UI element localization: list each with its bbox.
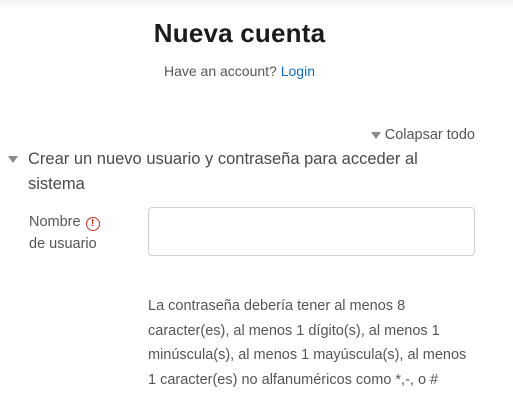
top-shade	[0, 0, 513, 8]
section-title: Crear un nuevo usuario y contraseña para…	[28, 150, 418, 193]
login-link[interactable]: Login	[281, 63, 315, 79]
username-label-line2: de usuario	[29, 236, 97, 252]
collapse-all-label: Colapsar todo	[384, 127, 475, 143]
username-label-line1: Nombre	[29, 214, 81, 230]
collapse-all-toggle[interactable]: Colapsar todo	[370, 127, 475, 143]
triangle-down-icon	[370, 132, 381, 139]
have-account-text: Have an account?	[163, 63, 277, 79]
have-account-line: Have an account? Login	[0, 63, 479, 79]
username-label: Nombre! de usuario	[29, 211, 139, 255]
username-input[interactable]	[148, 207, 475, 256]
exclamation-circle-icon: !	[85, 217, 100, 231]
password-hint: La contraseña debería tener al menos 8 c…	[148, 298, 467, 388]
triangle-down-icon	[8, 156, 18, 163]
page-title: Nueva cuenta	[153, 18, 326, 48]
section-header-toggle[interactable]: Crear un nuevo usuario y contraseña para…	[8, 147, 458, 197]
